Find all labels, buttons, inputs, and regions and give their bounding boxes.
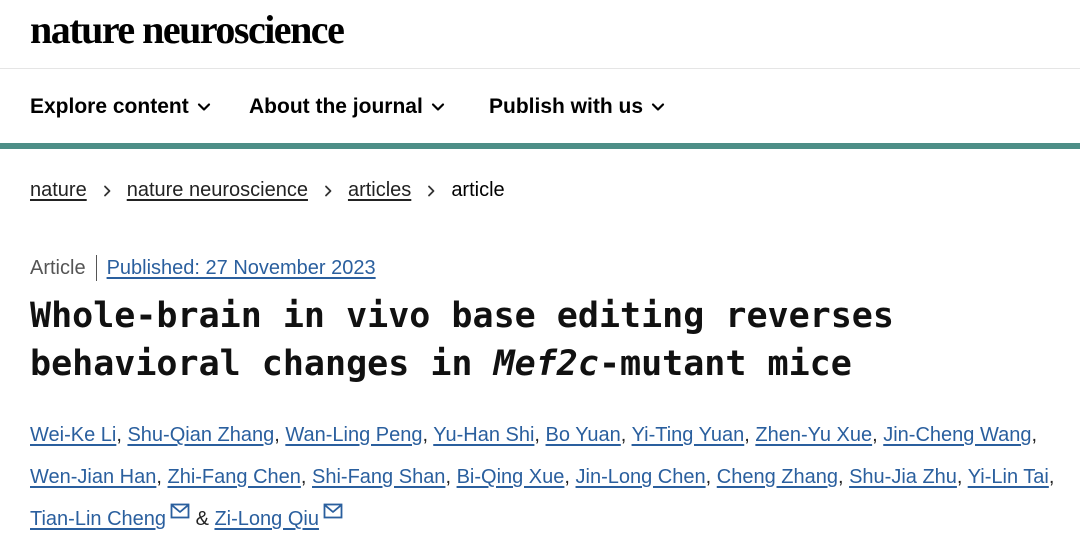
author-link[interactable]: Cheng Zhang	[717, 466, 838, 488]
author-separator: ,	[1031, 424, 1038, 446]
nav-item-label: Explore content	[30, 95, 189, 118]
author-separator: ,	[620, 424, 632, 446]
journal-logo[interactable]: nature neuroscience	[30, 6, 345, 53]
author-separator: ,	[564, 466, 576, 488]
main-navigation: Explore content About the journal Publis…	[0, 70, 1080, 143]
author-separator: ,	[156, 466, 168, 488]
chevron-down-icon	[651, 100, 665, 114]
author-link[interactable]: Zi-Long Qiu	[214, 508, 319, 530]
author-separator: ,	[445, 466, 457, 488]
article-meta: Article Published: 27 November 2023	[30, 255, 376, 281]
chevron-right-icon	[425, 185, 437, 197]
author-separator: ,	[116, 424, 128, 446]
author-link[interactable]: Wei-Ke Li	[30, 424, 116, 446]
author-link[interactable]: Jin-Cheng Wang	[883, 424, 1031, 446]
author-link[interactable]: Jin-Long Chen	[576, 466, 706, 488]
author-link[interactable]: Shu-Jia Zhu	[849, 466, 957, 488]
mail-icon[interactable]	[170, 503, 190, 519]
author-separator: ,	[300, 466, 313, 488]
author-link[interactable]: Shi-Fang Shan	[312, 466, 445, 488]
author-link[interactable]: Yi-Ting Yuan	[632, 424, 745, 446]
author-separator: ,	[872, 424, 884, 446]
nav-divider	[0, 143, 1080, 149]
author-separator: ,	[422, 424, 434, 446]
nav-item-label: About the journal	[249, 95, 423, 118]
breadcrumb: nature nature neuroscience articles arti…	[30, 179, 505, 202]
nav-explore-content[interactable]: Explore content	[30, 95, 211, 119]
author-link[interactable]: Yu-Han Shi	[433, 424, 534, 446]
author-link[interactable]: Wen-Jian Han	[30, 466, 156, 488]
article-type: Article	[30, 256, 86, 279]
author-separator: ,	[534, 424, 546, 446]
breadcrumb-link-nature[interactable]: nature	[30, 179, 87, 202]
title-gene-name: Mef2c	[493, 344, 599, 384]
nav-about-the-journal[interactable]: About the journal	[249, 95, 445, 119]
nav-publish-with-us[interactable]: Publish with us	[489, 95, 665, 119]
author-list: Wei-Ke Li, Shu-Qian Zhang, Wan-Ling Peng…	[30, 414, 1060, 540]
breadcrumb-link-articles[interactable]: articles	[348, 179, 411, 202]
nav-item-label: Publish with us	[489, 95, 644, 118]
author-separator: ,	[1048, 466, 1055, 488]
author-separator: ,	[705, 466, 717, 488]
chevron-down-icon	[431, 100, 445, 114]
author-link[interactable]: Wan-Ling Peng	[285, 424, 422, 446]
author-link[interactable]: Bo Yuan	[546, 424, 621, 446]
chevron-right-icon	[101, 185, 113, 197]
title-text-end: -mutant mice	[598, 344, 852, 384]
published-date-link[interactable]: Published: 27 November 2023	[107, 257, 376, 280]
author-link[interactable]: Shu-Qian Zhang	[127, 424, 274, 446]
chevron-down-icon	[197, 100, 211, 114]
author-separator: ,	[837, 466, 850, 488]
site-header: nature neuroscience	[0, 0, 1080, 69]
meta-divider	[95, 255, 97, 281]
author-separator: ,	[956, 466, 968, 488]
breadcrumb-link-nature-neuroscience[interactable]: nature neuroscience	[127, 179, 308, 202]
chevron-right-icon	[322, 185, 334, 197]
author-separator: ,	[274, 424, 286, 446]
author-separator: ,	[744, 424, 756, 446]
author-link[interactable]: Tian-Lin Cheng	[30, 508, 166, 530]
article-title: Whole-brain in vivo base editing reverse…	[30, 292, 1060, 388]
author-link[interactable]: Yi-Lin Tai	[968, 466, 1049, 488]
author-link[interactable]: Zhi-Fang Chen	[167, 466, 300, 488]
author-ampersand: &	[190, 508, 215, 530]
author-link[interactable]: Zhen-Yu Xue	[755, 424, 872, 446]
author-link[interactable]: Bi-Qing Xue	[457, 466, 565, 488]
mail-icon[interactable]	[323, 503, 343, 519]
breadcrumb-current: article	[451, 179, 505, 201]
